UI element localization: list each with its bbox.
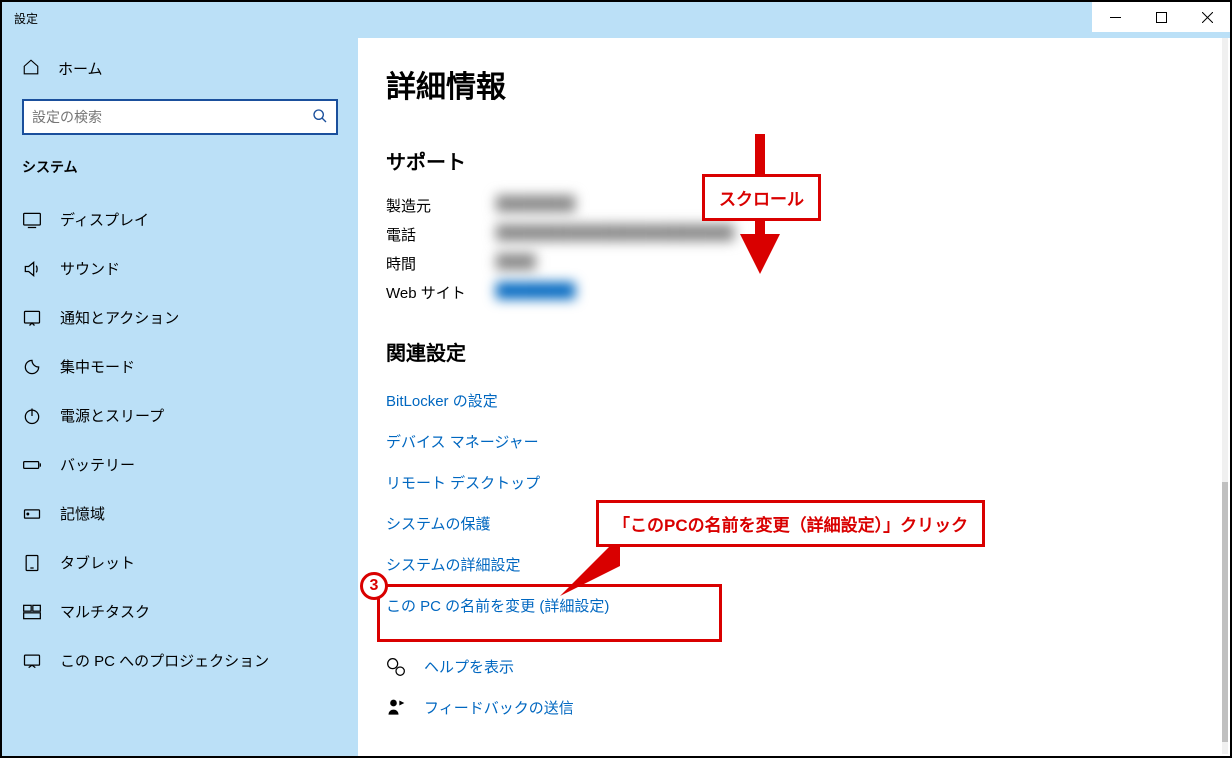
support-label-phone: 電話 xyxy=(386,224,496,245)
nav-label: サウンド xyxy=(60,258,120,279)
focus-icon xyxy=(22,357,42,377)
support-value-link[interactable]: ████████ xyxy=(496,282,575,303)
feedback-label: フィードバックの送信 xyxy=(424,697,574,718)
search-box[interactable] xyxy=(22,99,338,135)
link-remote-desktop[interactable]: リモート デスクトップ xyxy=(386,462,1202,503)
projection-icon xyxy=(22,651,42,671)
related-settings: 関連設定 BitLocker の設定 デバイス マネージャー リモート デスクト… xyxy=(386,337,1202,626)
related-heading: 関連設定 xyxy=(386,337,1202,366)
link-device-manager[interactable]: デバイス マネージャー xyxy=(386,421,1202,462)
sidebar-item-projection[interactable]: この PC へのプロジェクション xyxy=(2,636,358,685)
display-icon xyxy=(22,210,42,230)
nav-label: 通知とアクション xyxy=(60,307,179,328)
nav-label: 記憶域 xyxy=(60,503,105,524)
nav-label: タブレット xyxy=(60,552,135,573)
sidebar-item-display[interactable]: ディスプレイ xyxy=(2,195,358,244)
sidebar-item-focus[interactable]: 集中モード xyxy=(2,342,358,391)
help-label: ヘルプを表示 xyxy=(424,656,514,677)
nav-label: ディスプレイ xyxy=(60,209,149,230)
support-heading: サポート xyxy=(386,146,1202,175)
annotation-step-badge: 3 xyxy=(360,572,388,600)
annotation-highlight-box xyxy=(377,584,722,642)
sidebar-item-multitask[interactable]: マルチタスク xyxy=(2,587,358,636)
nav-label: 集中モード xyxy=(60,356,135,377)
support-value: ████ xyxy=(496,253,536,274)
nav-label: マルチタスク xyxy=(60,601,150,622)
sidebar-item-tablet[interactable]: タブレット xyxy=(2,538,358,587)
sidebar-item-storage[interactable]: 記憶域 xyxy=(2,489,358,538)
support-row: 時間 ████ xyxy=(386,249,1202,278)
battery-icon xyxy=(22,455,42,475)
support-row: 電話 ████████████████████████ xyxy=(386,220,1202,249)
support-label-website: Web サイト xyxy=(386,282,496,303)
home-label: ホーム xyxy=(58,58,103,79)
support-label-manufacturer: 製造元 xyxy=(386,195,496,216)
multitask-icon xyxy=(22,602,42,622)
annotation-rename-callout: 「このPCの名前を変更（詳細設定）」クリック xyxy=(596,500,985,547)
link-advanced-system[interactable]: システムの詳細設定 xyxy=(386,544,1202,585)
nav-label: この PC へのプロジェクション xyxy=(60,650,269,671)
close-button[interactable] xyxy=(1184,2,1230,32)
sidebar-category: システム xyxy=(2,149,358,195)
sidebar-item-notifications[interactable]: 通知とアクション xyxy=(2,293,358,342)
page-title: 詳細情報 xyxy=(386,62,1202,106)
power-icon xyxy=(22,406,42,426)
feedback-icon xyxy=(386,698,406,718)
scrollbar-thumb[interactable] xyxy=(1222,482,1228,742)
minimize-button[interactable] xyxy=(1092,2,1138,32)
annotation-scroll-callout: スクロール xyxy=(702,174,821,221)
help-link[interactable]: ヘルプを表示 xyxy=(386,646,1202,687)
help-icon xyxy=(386,657,406,677)
support-value: ████████████████████████ xyxy=(496,224,734,245)
search-icon xyxy=(312,108,328,127)
support-value: ████████ xyxy=(496,195,575,216)
support-label-hours: 時間 xyxy=(386,253,496,274)
window-controls xyxy=(1092,2,1230,32)
support-row: Web サイト ████████ xyxy=(386,278,1202,307)
sidebar: ホーム システム ディスプレイ サウンド 通知とアクション 集中モード 電源とス xyxy=(2,38,358,756)
sound-icon xyxy=(22,259,42,279)
tablet-icon xyxy=(22,553,42,573)
notifications-icon xyxy=(22,308,42,328)
nav-label: バッテリー xyxy=(60,454,135,475)
search-input[interactable] xyxy=(32,109,312,125)
sidebar-item-power[interactable]: 電源とスリープ xyxy=(2,391,358,440)
storage-icon xyxy=(22,504,42,524)
home-icon xyxy=(22,58,40,79)
maximize-button[interactable] xyxy=(1138,2,1184,32)
link-bitlocker[interactable]: BitLocker の設定 xyxy=(386,380,1202,421)
window-title: 設定 xyxy=(2,2,50,35)
main-content: 詳細情報 サポート 製造元 ████████ 電話 ██████████████… xyxy=(358,38,1230,756)
sidebar-item-sound[interactable]: サウンド xyxy=(2,244,358,293)
feedback-link[interactable]: フィードバックの送信 xyxy=(386,687,1202,728)
sidebar-item-battery[interactable]: バッテリー xyxy=(2,440,358,489)
nav-label: 電源とスリープ xyxy=(60,405,164,426)
titlebar: 設定 xyxy=(2,2,1230,38)
home-nav[interactable]: ホーム xyxy=(2,48,358,89)
